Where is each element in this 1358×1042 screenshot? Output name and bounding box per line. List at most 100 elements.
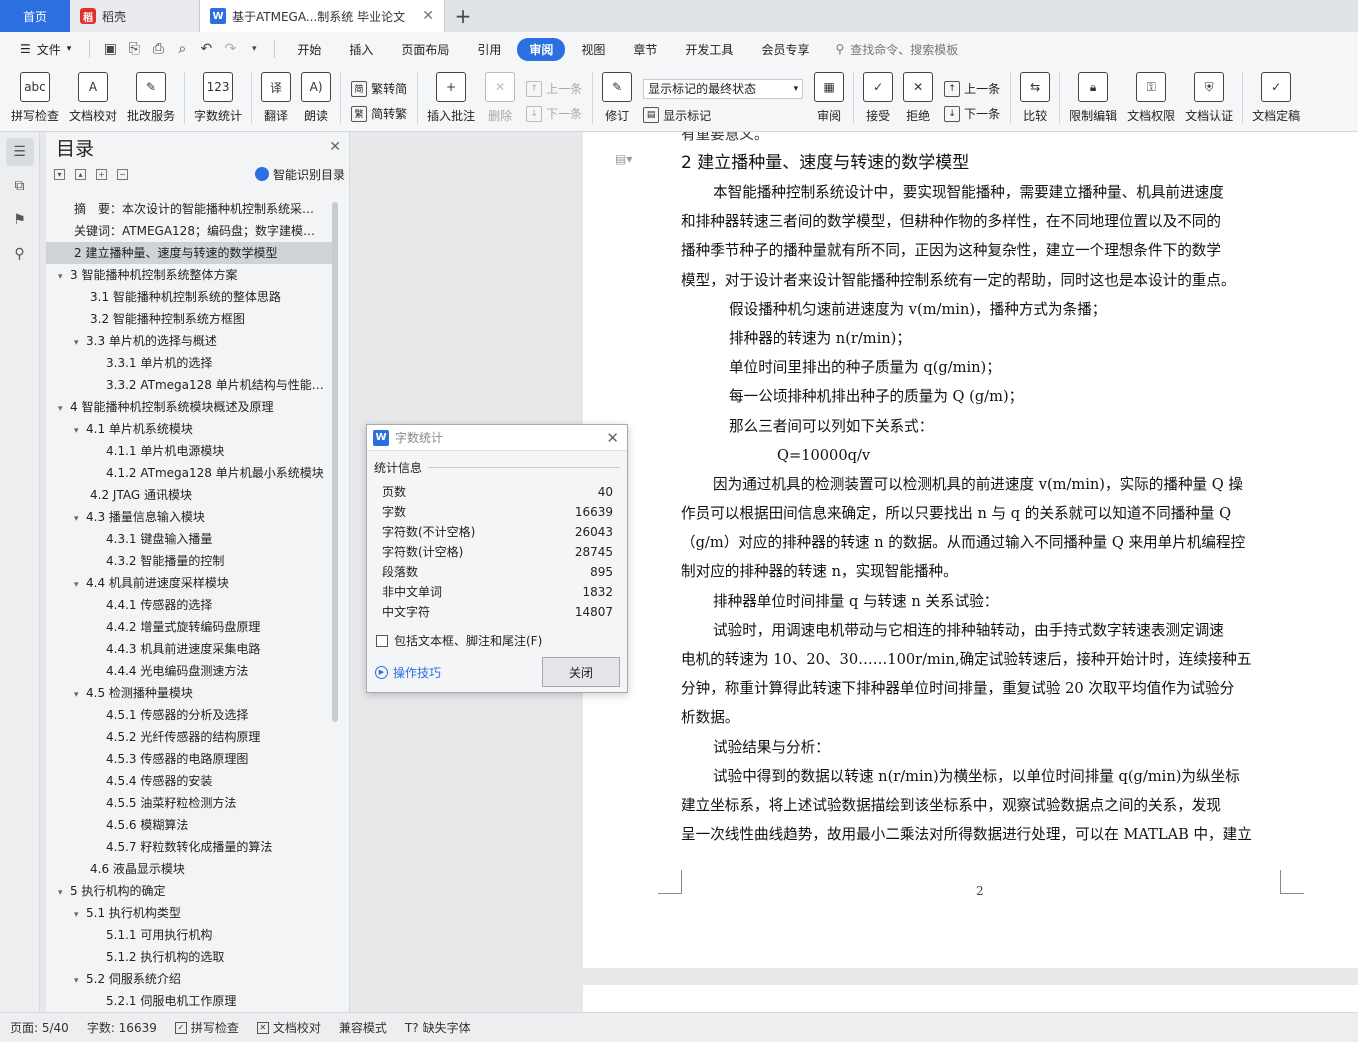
collapse-all-icon[interactable]: ▴	[75, 168, 86, 180]
finalize-button[interactable]: ✓ 文档定稿	[1247, 66, 1305, 130]
markup-state-select[interactable]: 显示标记的最终状态 ▾	[643, 78, 804, 99]
toc-item[interactable]: 4.3.2 智能播量的控制	[46, 550, 334, 572]
toc-item[interactable]: 摘 要：本次设计的智能播种机控制系统采用ATMEGA128	[46, 198, 334, 220]
tips-link[interactable]: ▶ 操作技巧	[375, 664, 441, 681]
delete-comment-button[interactable]: ✕ 删除	[480, 66, 520, 130]
file-menu[interactable]: ☰ 文件 ▾	[12, 41, 79, 58]
print-icon[interactable]: ⎙	[148, 39, 168, 59]
chevron-down-icon[interactable]: ▾	[74, 508, 86, 528]
close-tab-icon[interactable]: ✕	[422, 8, 434, 24]
new-tab-button[interactable]: +	[445, 0, 481, 32]
translate-button[interactable]: 译 翻译	[256, 66, 296, 130]
chapter-panel-icon[interactable]: ⧉	[6, 172, 34, 200]
trad-to-simp-button[interactable]: 简 繁转简	[351, 80, 407, 97]
toc-item[interactable]: ▾ 4 智能播种机控制系统模块概述及原理	[46, 396, 334, 418]
menu-references[interactable]: 引用	[465, 38, 513, 61]
prev-comment-button[interactable]: ↑ 上一条	[526, 80, 582, 97]
revise-button[interactable]: ✎ 修订	[597, 66, 637, 130]
chevron-down-icon[interactable]: ▾	[74, 970, 86, 990]
toc-item[interactable]: 4.5.5 油菜籽粒检测方法	[46, 792, 334, 814]
toc-item[interactable]: 3.1 智能播种机控制系统的整体思路	[46, 286, 334, 308]
redo-icon[interactable]: ↷	[220, 39, 240, 59]
chevron-down-icon[interactable]: ▾	[58, 398, 70, 418]
customize-icon[interactable]: ▾	[244, 39, 264, 59]
close-icon[interactable]: ✕	[606, 429, 619, 447]
status-spell-check[interactable]: ✓ 拼写检查	[174, 1019, 239, 1036]
toc-item[interactable]: 4.3.1 键盘输入播量	[46, 528, 334, 550]
toc-item[interactable]: ▾ 4.1 单片机系统模块	[46, 418, 334, 440]
toc-item[interactable]: 5.2.1 伺服电机工作原理	[46, 990, 334, 1010]
chevron-down-icon[interactable]: ▾	[74, 574, 86, 594]
include-textbox-checkbox[interactable]: 包括文本框、脚注和尾注(F)	[367, 632, 627, 649]
remove-heading-icon[interactable]: −	[117, 168, 128, 180]
toc-item[interactable]: ▾ 3.3 单片机的选择与概述	[46, 330, 334, 352]
undo-icon[interactable]: ↶	[196, 39, 216, 59]
insert-comment-button[interactable]: + 插入批注	[422, 66, 480, 130]
toc-panel-icon[interactable]: ☰	[5, 138, 34, 166]
doc-auth-button[interactable]: ⛨ 文档认证	[1180, 66, 1238, 130]
paragraph-menu-icon[interactable]: ▤▾	[615, 152, 632, 166]
toc-item[interactable]: 4.4.1 传感器的选择	[46, 594, 334, 616]
chevron-down-icon[interactable]: ▾	[58, 882, 70, 902]
menu-review[interactable]: 审阅	[517, 37, 566, 61]
toc-item[interactable]: ▾ 4.5 检测播种量模块	[46, 682, 334, 704]
menu-start[interactable]: 开始	[285, 38, 333, 61]
toc-item[interactable]: 4.4.3 机具前进速度采集电路	[46, 638, 334, 660]
accept-button[interactable]: ✓ 接受	[858, 66, 898, 130]
chevron-down-icon[interactable]: ▾	[74, 684, 86, 704]
chevron-down-icon[interactable]: ▾	[74, 420, 86, 440]
toc-item[interactable]: 4.2 JTAG 通讯模块	[46, 484, 334, 506]
simp-to-trad-button[interactable]: 繁 简转繁	[351, 105, 407, 122]
toc-item[interactable]: 4.5.3 传感器的电路原理图	[46, 748, 334, 770]
restrict-editing-button[interactable]: 🔒︎ 限制编辑	[1064, 66, 1122, 130]
toc-item[interactable]: 4.5.1 传感器的分析及选择	[46, 704, 334, 726]
toc-item[interactable]: 4.4.4 光电编码盘测速方法	[46, 660, 334, 682]
toc-item[interactable]: 3.2 智能播种控制系统方框图	[46, 308, 334, 330]
document-body[interactable]: 有重要意义。 2 建立播种量、速度与转速的数学模型 本智能播种控制系统设计中，要…	[681, 132, 1281, 849]
page-indicator[interactable]: 页面: 5/40	[10, 1019, 69, 1036]
toc-item[interactable]: 4.1.2 ATmega128 单片机最小系统模块	[46, 462, 334, 484]
toc-item[interactable]: 4.5.4 传感器的安装	[46, 770, 334, 792]
toc-item[interactable]: 4.5.2 光纤传感器的结构原理	[46, 726, 334, 748]
doc-permission-button[interactable]: ⚿ 文档权限	[1122, 66, 1180, 130]
expand-all-icon[interactable]: ▾	[54, 168, 65, 180]
toc-item[interactable]: 4.1.1 单片机电源模块	[46, 440, 334, 462]
menu-insert[interactable]: 插入	[337, 38, 385, 61]
toc-item[interactable]: 4.5.6 模糊算法	[46, 814, 334, 836]
toc-item[interactable]: ▾ 5.1 执行机构类型	[46, 902, 334, 924]
toc-item[interactable]: 5.1.1 可用执行机构	[46, 924, 334, 946]
search-icon[interactable]: ⚲	[6, 240, 34, 268]
annotation-service-button[interactable]: ✎ 批改服务	[122, 66, 180, 130]
document-page[interactable]: ▤▾ 有重要意义。 2 建立播种量、速度与转速的数学模型 本智能播种控制系统设计…	[583, 132, 1358, 968]
tab-home[interactable]: 首页	[0, 0, 70, 32]
review-pane-button[interactable]: ▦ 审阅	[809, 66, 849, 130]
toc-item[interactable]: 2 建立播种量、速度与转速的数学模型	[46, 242, 334, 264]
prev-change-button[interactable]: ↑ 上一条	[944, 80, 1000, 97]
toc-item[interactable]: ▾ 4.3 播量信息输入模块	[46, 506, 334, 528]
toc-item[interactable]: 3.3.2 ATmega128 单片机结构与性能概述	[46, 374, 334, 396]
spell-check-button[interactable]: abc 拼写检查	[6, 66, 64, 130]
toc-item[interactable]: ▾ 3 智能播种机控制系统整体方案	[46, 264, 334, 286]
next-page[interactable]	[583, 985, 1358, 1012]
smart-toc-button[interactable]: 智能识别目录	[254, 166, 345, 183]
close-button[interactable]: 关闭	[542, 657, 620, 687]
toc-item[interactable]: ▾ 5.2 伺服系统介绍	[46, 968, 334, 990]
show-markup-button[interactable]: ▤ 显示标记	[643, 107, 803, 124]
reject-button[interactable]: ✕ 拒绝	[898, 66, 938, 130]
toc-scrollbar[interactable]	[332, 202, 338, 722]
status-proofread[interactable]: ✕ 文档校对	[256, 1019, 321, 1036]
tab-docer[interactable]: 稻 稻壳	[70, 0, 200, 32]
toc-item[interactable]: 4.5.7 籽粒数转化成播量的算法	[46, 836, 334, 858]
add-heading-icon[interactable]: +	[96, 168, 107, 180]
menu-developer[interactable]: 开发工具	[673, 38, 745, 61]
read-aloud-button[interactable]: A) 朗读	[296, 66, 336, 130]
toc-item[interactable]: 关键词：ATMEGA128；编码盘；数字建模；LCD	[46, 220, 334, 242]
chevron-down-icon[interactable]: ▾	[58, 266, 70, 286]
proofread-button[interactable]: A 文档校对	[64, 66, 122, 130]
menu-layout[interactable]: 页面布局	[389, 38, 461, 61]
toc-item[interactable]: 3.3.1 单片机的选择	[46, 352, 334, 374]
command-search[interactable]: ⚲ 查找命令、搜索模板	[835, 41, 958, 58]
save-icon[interactable]: ▣	[100, 39, 120, 59]
toc-item[interactable]: 5.1.2 执行机构的选取	[46, 946, 334, 968]
compare-button[interactable]: ⇆ 比较	[1015, 66, 1055, 130]
